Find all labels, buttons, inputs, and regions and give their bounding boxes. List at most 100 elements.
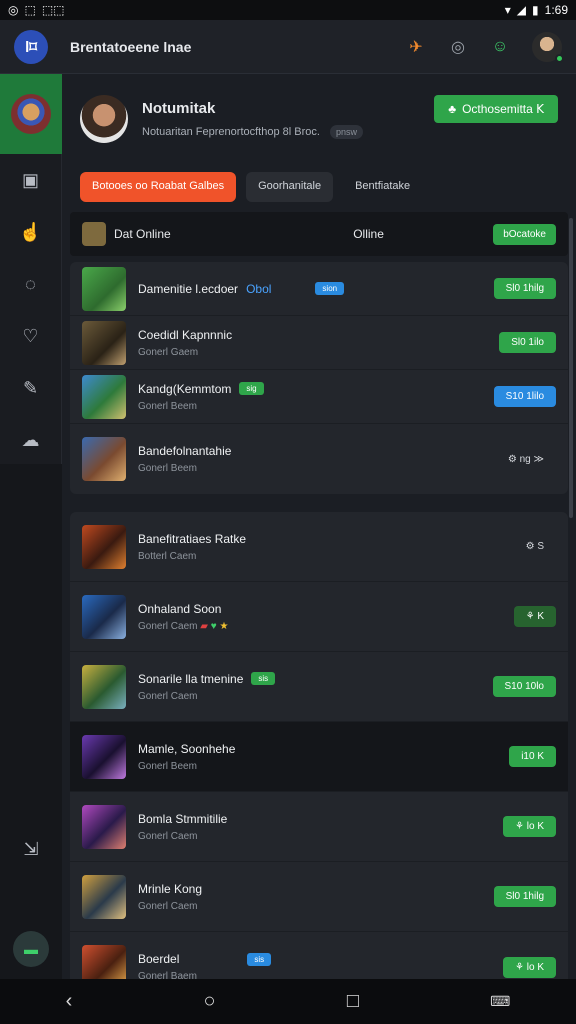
exit-icon[interactable]: ⇲ — [0, 829, 62, 869]
profile-avatar — [80, 95, 128, 143]
list-header-title: Dat Online — [114, 227, 171, 241]
list-item[interactable]: Sonarile lla tmenine sis Gonerl Caem S10 … — [70, 652, 568, 722]
sidebar: ▣ ☝ ◌ ♡ ✎ ☁ ⇲ ▬ — [0, 74, 62, 979]
list-item[interactable]: Damenitie l.ecdoer Obol sion Sl0 1hilg — [70, 262, 568, 316]
list-item[interactable]: Onhaland Soon Gonerl Caem ▰ ♥ ★ ⚘ K — [70, 582, 568, 652]
item-subtitle: Gonerl Caem — [138, 900, 198, 912]
item-name: Onhaland Soon — [138, 601, 222, 616]
back-icon[interactable]: ‹ — [66, 990, 73, 1013]
profile-action-button[interactable]: ♣ Octhosemitta 𝖪 — [434, 95, 558, 123]
item-subtitle: Gonerl Gaem — [138, 346, 199, 358]
item-subtitle: Gonerl Caem — [138, 690, 198, 702]
status-icon: ⬚ — [24, 3, 36, 17]
home-icon[interactable]: ○ — [204, 990, 216, 1013]
tab-friends[interactable]: Goorhanitale — [246, 172, 334, 202]
status-icon: ◎ — [8, 3, 19, 17]
item-name: Bomla Stmmitilie — [138, 811, 228, 826]
scrollbar[interactable] — [569, 218, 573, 518]
gamepad-icon[interactable]: ◌ — [0, 258, 61, 310]
item-name: Mrinle Kong — [138, 881, 203, 896]
item-action-button[interactable]: ⚙ S — [514, 536, 556, 557]
item-subtitle: Gonerl Beem — [138, 400, 197, 412]
item-action-button[interactable]: ⚘ lo K — [503, 816, 556, 837]
recents-icon[interactable]: □ — [347, 990, 359, 1013]
status-icon: ⬚⬚ — [41, 3, 65, 17]
game-thumbnail — [82, 374, 126, 419]
compass-icon[interactable]: ◎ — [448, 37, 468, 57]
item-name: Bandefolnantahie — [138, 444, 232, 458]
item-action-button[interactable]: ⚘ K — [513, 606, 556, 627]
chat-icon[interactable]: ☺ — [490, 37, 510, 57]
item-action-button[interactable]: ⚙ ng ≫ — [496, 449, 556, 470]
gamepad-icon: ♣ — [448, 102, 457, 116]
item-subtitle: Botterl Caem — [138, 550, 197, 562]
star-icon: ★ — [219, 620, 229, 632]
game-thumbnail — [82, 594, 126, 639]
item-badge: sig — [239, 382, 264, 395]
item-name: Boerdel — [138, 952, 180, 966]
signal-icon: ◢ — [516, 3, 527, 17]
tab-games[interactable]: Botooes oo Roabat Galbes — [80, 172, 237, 202]
top-bar: l⌑ Brentatoeene lnae ✈ ◎ ☺ — [0, 20, 576, 74]
app-logo[interactable]: l⌑ — [14, 29, 48, 64]
item-badge: sion — [315, 282, 345, 295]
offline-group: Banefitratiaes Ratke Botterl Caem ⚙ S On… — [70, 512, 568, 980]
list-header-button[interactable]: bOcatoke — [493, 223, 556, 245]
cloud-icon[interactable]: ☁ — [0, 414, 61, 466]
user-avatar[interactable] — [532, 31, 564, 63]
list-item[interactable]: Bomla Stmmitilie Gonerl Caem ⚘ lo K — [70, 792, 568, 862]
heart-icon[interactable]: ♡ — [0, 310, 61, 362]
tab-bar: Botooes oo Roabat Galbes Goorhanitale Be… — [80, 172, 422, 202]
rocket-icon[interactable]: ✈ — [406, 37, 426, 57]
game-thumbnail — [82, 320, 126, 365]
tab-activity[interactable]: Bentfiatake — [343, 172, 422, 202]
status-bar: ◎ ⬚ ⬚⬚ ▾ ◢ ▮ 1:69 — [0, 0, 576, 20]
item-name: Coedidl Kapnnnic — [138, 327, 233, 342]
keyboard-icon[interactable]: ⌨ — [490, 993, 510, 1010]
battery-icon: ▮ — [532, 3, 539, 17]
item-action-button[interactable]: i10 K — [509, 746, 556, 767]
item-action-button[interactable]: S10 1lilo — [493, 386, 556, 407]
game-thumbnail — [82, 945, 126, 980]
list-item[interactable]: Bandefolnantahie Gonerl Beem ⚙ ng ≫ — [70, 424, 568, 494]
list-item[interactable]: Banefitratiaes Ratke Botterl Caem ⚙ S — [70, 512, 568, 582]
list-item[interactable]: Mamle, Soonhehe Gonerl Beem i10 K — [70, 722, 568, 792]
list-item[interactable]: Coedidl Kapnnnic Gonerl Gaem Sl0 1ilo — [70, 316, 568, 370]
item-action-button[interactable]: Sl0 1hilg — [493, 278, 556, 299]
tab-friends-label: Goorhanitale — [258, 180, 322, 192]
item-action-button[interactable]: S10 10lo — [492, 676, 556, 697]
item-action-button[interactable]: ⚘ lo K — [503, 956, 556, 978]
sidebar-avatar — [11, 94, 51, 134]
box-icon — [82, 222, 106, 246]
game-thumbnail — [82, 664, 126, 709]
game-thumbnail — [82, 524, 126, 569]
online-group: Damenitie l.ecdoer Obol sion Sl0 1hilg Coe… — [70, 262, 568, 494]
item-subtitle: Gonerl Beem — [138, 463, 197, 474]
game-thumbnail — [82, 734, 126, 779]
game-thumbnail — [82, 437, 126, 481]
status-icons-left: ◎ ⬚ ⬚⬚ — [8, 3, 65, 17]
profile-action-label: Octhosemitta 𝖪 — [462, 102, 544, 116]
list-item[interactable]: Boerdel sis Gonerl Baem ⚘ lo K — [70, 932, 568, 980]
item-subtitle: Gonerl Beem — [138, 760, 197, 772]
item-action-button[interactable]: Sl0 1ilo — [499, 332, 556, 353]
tab-games-label: Botooes oo Roabat Galbes — [92, 180, 225, 192]
list-item[interactable]: Kandg(Kemmtom sig Gonerl Beem S10 1lilo — [70, 370, 568, 424]
item-badge: sis — [247, 952, 272, 966]
friends-list: Dat Online Olline bOcatoke Damenitie l.e… — [70, 212, 568, 980]
list-header-status: Olline — [353, 227, 384, 241]
store-icon[interactable]: ▬ — [13, 931, 49, 967]
item-action-button[interactable]: Sl0 1hilg — [493, 886, 556, 907]
app-title: Brentatoeene lnae — [70, 38, 192, 55]
list-header: Dat Online Olline bOcatoke — [70, 212, 568, 256]
sidebar-item-profile[interactable] — [0, 74, 62, 154]
item-badge: sis — [251, 672, 276, 685]
tag-icon[interactable]: ✎ — [0, 362, 61, 414]
heart-icon: ♥ — [210, 620, 217, 632]
thumbs-up-icon[interactable]: ☝ — [0, 206, 61, 258]
list-item[interactable]: Mrinle Kong Gonerl Caem Sl0 1hilg — [70, 862, 568, 932]
item-name: Mamle, Soonhehe — [138, 741, 236, 756]
calendar-icon[interactable]: ▣ — [0, 154, 61, 206]
item-name: Kandg(Kemmtom — [138, 381, 232, 396]
clock: 1:69 — [544, 3, 568, 17]
